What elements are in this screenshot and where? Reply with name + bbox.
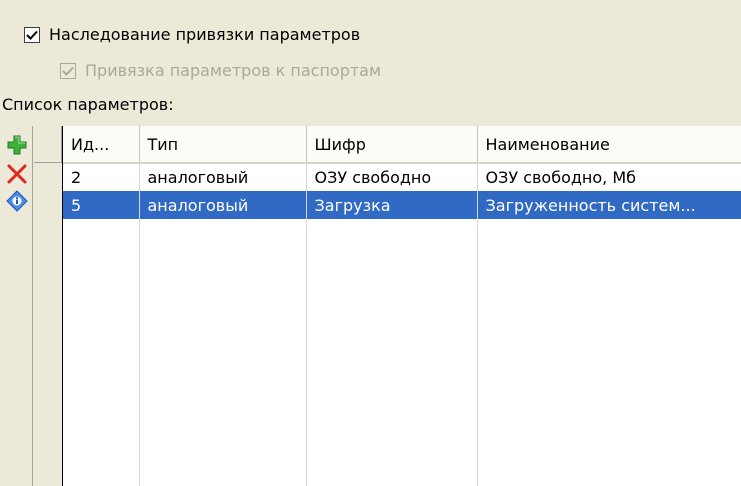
- cell-type: аналоговый: [139, 191, 307, 219]
- empty-cell: [306, 219, 478, 486]
- column-header-code[interactable]: Шифр: [306, 126, 478, 164]
- column-header-type[interactable]: Тип: [139, 126, 307, 164]
- inherit-binding-checkbox-row[interactable]: Наследование привязки параметров: [24, 25, 360, 44]
- table-row[interactable]: 2 аналоговый ОЗУ свободно ОЗУ свободно, …: [63, 163, 741, 191]
- column-header-name[interactable]: Наименование: [477, 126, 741, 164]
- inherit-binding-label: Наследование привязки параметров: [49, 25, 361, 44]
- cell-id: 5: [63, 191, 140, 219]
- parameters-table: Ид... Тип Шифр Наименование 2 аналоговый…: [63, 126, 741, 486]
- table-row-selected[interactable]: 5 аналоговый Загрузка Загруженность сист…: [63, 191, 741, 219]
- parameter-info-button[interactable]: [6, 190, 28, 212]
- blue-info-icon: [6, 190, 28, 212]
- row-indicator-column: [34, 126, 63, 486]
- red-x-icon: [7, 164, 27, 184]
- green-plus-icon: [7, 135, 27, 155]
- empty-cell: [477, 219, 741, 486]
- passport-binding-checkbox-row: Привязка параметров к паспортам: [60, 61, 381, 80]
- parameters-grid[interactable]: Ид... Тип Шифр Наименование 2 аналоговый…: [63, 126, 741, 486]
- cell-code: ОЗУ свободно: [306, 163, 478, 191]
- parameters-list-label: Список параметров:: [2, 95, 174, 114]
- parameters-toolbar: [0, 126, 33, 486]
- add-parameter-button[interactable]: [6, 134, 28, 156]
- cell-type: аналоговый: [139, 163, 307, 191]
- table-header-row: Ид... Тип Шифр Наименование: [63, 126, 741, 164]
- indicator-header: [34, 126, 62, 163]
- passport-binding-checkbox: [60, 62, 76, 79]
- cell-code: Загрузка: [306, 191, 478, 219]
- cell-name: Загруженность систем...: [477, 191, 741, 219]
- inherit-binding-checkbox[interactable]: [24, 26, 40, 43]
- checkmark-icon: [26, 30, 38, 40]
- column-header-id[interactable]: Ид...: [63, 126, 140, 164]
- passport-binding-label: Привязка параметров к паспортам: [85, 61, 382, 80]
- checkmark-icon: [62, 66, 74, 76]
- cell-id: 2: [63, 163, 140, 191]
- empty-cell: [63, 219, 140, 486]
- delete-parameter-button[interactable]: [6, 163, 28, 185]
- empty-grid-area: [63, 219, 741, 486]
- cell-name: ОЗУ свободно, Мб: [477, 163, 741, 191]
- empty-cell: [139, 219, 307, 486]
